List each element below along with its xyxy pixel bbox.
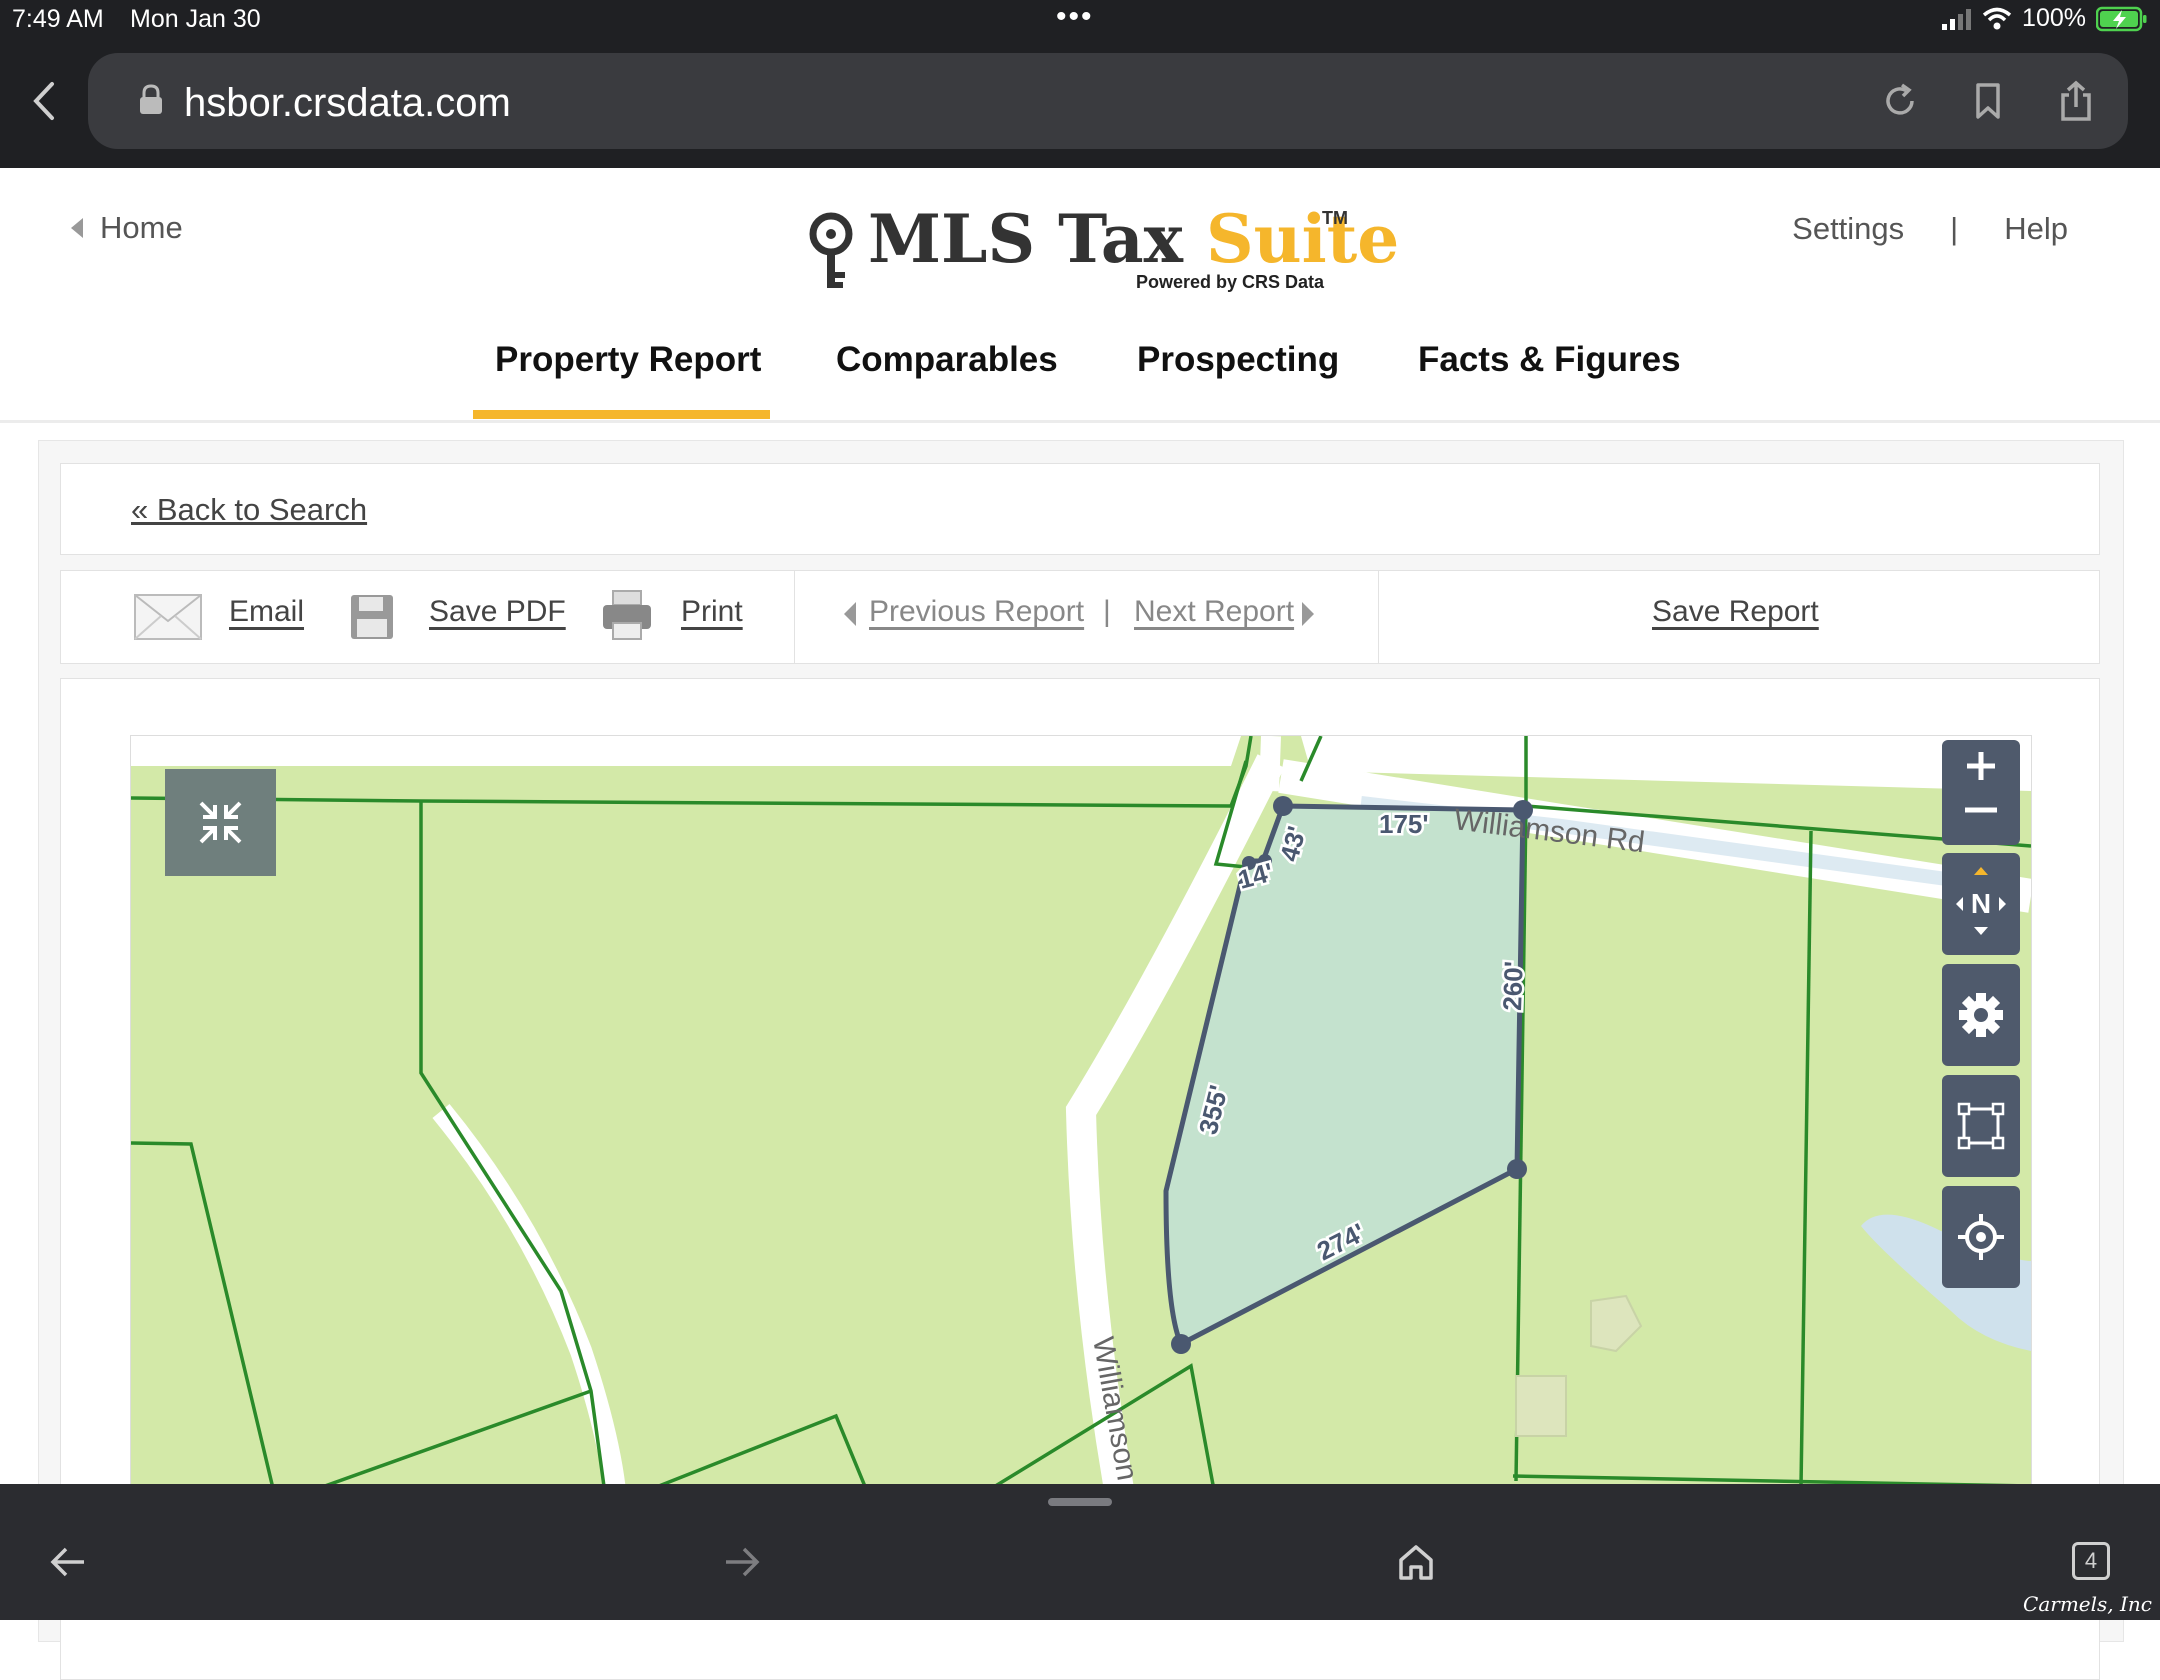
previous-report-link[interactable]: Previous Report <box>869 595 1084 629</box>
collapse-map-button[interactable] <box>165 769 276 876</box>
email-button[interactable]: Email <box>229 595 304 629</box>
logo-trademark: TM <box>1322 208 1348 228</box>
browser-back-chevron-icon[interactable] <box>24 76 64 126</box>
save-report-button[interactable]: Save Report <box>1652 595 1819 629</box>
logo-title-accent: Suite <box>1206 200 1400 278</box>
home-link[interactable]: Home <box>70 210 183 246</box>
zoom-out-icon[interactable] <box>1942 792 2020 844</box>
tab-prospecting[interactable]: Prospecting <box>1137 340 1339 380</box>
caret-left-icon <box>71 218 83 238</box>
settings-link[interactable]: Settings <box>1792 211 1904 247</box>
address-bar[interactable]: hsbor.crsdata.com <box>88 53 2128 149</box>
zoom-in-icon[interactable] <box>1942 740 2020 792</box>
bookmark-icon[interactable] <box>1966 79 2010 123</box>
drag-handle[interactable] <box>1048 1498 1112 1506</box>
map-settings-button[interactable] <box>1942 964 2020 1066</box>
tab-comparables[interactable]: Comparables <box>836 340 1058 380</box>
back-to-search-link[interactable]: « Back to Search <box>131 492 367 528</box>
help-link[interactable]: Help <box>2004 211 2068 247</box>
logo-tagline: Powered by CRS Data <box>1136 272 1325 292</box>
url-text[interactable]: hsbor.crsdata.com <box>184 81 511 126</box>
status-indicators: 100% <box>1942 4 2148 33</box>
active-tab-indicator <box>473 410 770 419</box>
parcel-map[interactable]: 175' 260' 274' 355' 14' 43' Williamson R… <box>130 735 2032 1487</box>
caret-left-icon[interactable] <box>843 601 857 627</box>
zoom-control <box>1942 740 2020 845</box>
tabs-count-button[interactable]: 4 <box>2072 1542 2110 1580</box>
road-top-spur <box>1259 736 1281 792</box>
main-tabs: Property Report Comparables Prospecting … <box>0 330 2160 423</box>
mls-tax-suite-logo[interactable]: MLS Tax Suite TM Powered by CRS Data <box>806 200 1399 296</box>
dimension-top: 175' <box>1379 809 1429 839</box>
browser-toolbar: hsbor.crsdata.com <box>0 40 2160 168</box>
email-envelope-icon[interactable] <box>133 593 203 641</box>
nav-forward-arrow-icon[interactable] <box>722 1542 762 1582</box>
multitask-dots-icon[interactable]: ••• <box>1056 0 1094 34</box>
save-pdf-button[interactable]: Save PDF <box>429 595 566 629</box>
dimension-right: 260' <box>1497 961 1529 1012</box>
share-icon[interactable] <box>2054 79 2098 123</box>
select-area-button[interactable] <box>1942 1075 2020 1177</box>
nav-back-arrow-icon[interactable] <box>48 1542 88 1582</box>
reload-icon[interactable] <box>1878 79 1922 123</box>
home-icon[interactable] <box>1396 1542 1436 1582</box>
gear-icon <box>1959 993 2003 1037</box>
status-time: 7:49 AM <box>12 5 104 33</box>
back-panel: « Back to Search <box>60 463 2100 555</box>
report-nav-separator: | <box>1103 595 1111 628</box>
compass-icon: N <box>1956 867 2006 935</box>
header-separator: | <box>1950 211 1959 246</box>
battery-percent: 100% <box>2022 4 2086 32</box>
logo-title-main: MLS Tax <box>868 200 1206 278</box>
cellular-signal-icon <box>1942 8 1972 30</box>
printer-icon[interactable] <box>601 589 653 641</box>
header-links: Settings | Help <box>1792 211 2068 247</box>
status-bar: 7:49 AM Mon Jan 30 ••• 100% <box>0 0 2160 40</box>
key-logo-icon <box>809 212 853 288</box>
tab-facts-and-figures[interactable]: Facts & Figures <box>1418 340 1681 380</box>
map-top-strip <box>131 736 1241 766</box>
battery-charging-icon <box>2096 6 2147 31</box>
watermark: Carmels, Inc <box>2023 1592 2152 1616</box>
locate-me-button[interactable] <box>1942 1186 2020 1288</box>
tab-property-report[interactable]: Property Report <box>495 340 761 380</box>
floppy-disk-icon[interactable] <box>349 593 395 641</box>
status-date: Mon Jan 30 <box>130 5 261 33</box>
caret-right-icon[interactable] <box>1301 601 1315 627</box>
toolbar-divider <box>1378 571 1379 663</box>
lock-icon <box>140 84 162 114</box>
compass-control[interactable]: N <box>1942 853 2020 955</box>
toolbar-divider <box>794 571 795 663</box>
logo-title: MLS Tax Suite <box>868 200 1399 278</box>
report-toolbar: Email Save PDF Print Previous Report | N… <box>60 570 2100 664</box>
wifi-icon <box>1982 7 2012 29</box>
browser-bottom-bar: 4 Carmels, Inc <box>0 1484 2160 1620</box>
next-report-link[interactable]: Next Report <box>1134 595 1294 629</box>
crosshair-locate-icon <box>1958 1214 2004 1260</box>
compass-north-label: N <box>1971 888 1991 919</box>
select-area-icon <box>1957 1102 2005 1150</box>
building <box>1515 1375 1567 1437</box>
home-label: Home <box>100 210 183 245</box>
map-canvas[interactable]: 175' 260' 274' 355' 14' 43' Williamson R… <box>131 736 2031 1486</box>
collapse-arrows-icon <box>199 801 242 844</box>
print-button[interactable]: Print <box>681 595 743 629</box>
tabs-count: 4 <box>2084 1548 2098 1573</box>
